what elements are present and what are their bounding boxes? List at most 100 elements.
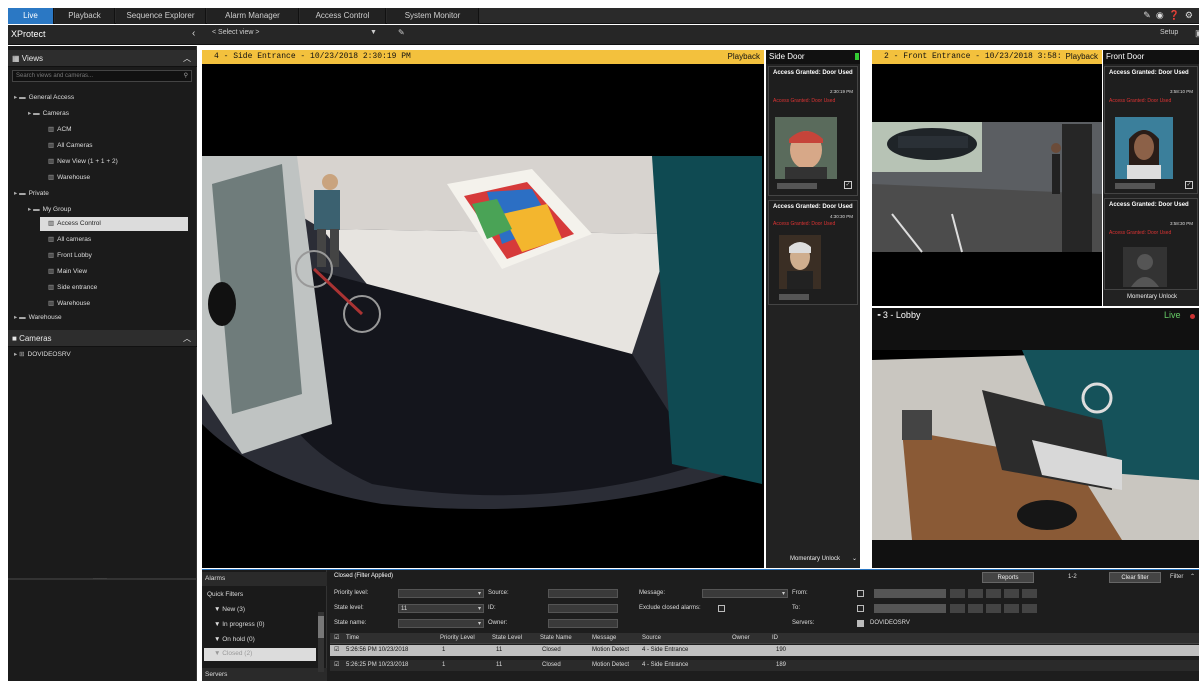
to-date-field[interactable] [874,604,946,613]
tree-view-side-entrance[interactable]: ▥ Side entrance [48,281,97,295]
select-all-checkbox[interactable]: ☑ [334,633,339,644]
access-event-card[interactable]: Access Granted: Door Used 4:30:30 PM Acc… [768,200,858,305]
access-event-card[interactable]: Access Granted: Door Used 3:58:30 PM Acc… [1104,198,1198,290]
wrench-icon[interactable]: ✎ [1143,10,1151,21]
column-owner[interactable]: Owner [732,633,750,644]
message-select[interactable]: ▾ [702,589,788,598]
acknowledge-icon[interactable]: ✓ [1185,181,1193,189]
tree-view-all-cameras-2[interactable]: ▥ All cameras [48,233,91,247]
exclude-closed-checkbox[interactable] [718,605,725,612]
column-priority[interactable]: Priority Level [440,633,475,644]
server-checkbox[interactable] [857,620,864,627]
app-title: XProtect [11,29,46,39]
setup-button[interactable]: Setup [1160,29,1178,36]
tab-access-control[interactable]: Access Control [300,8,386,24]
side-entrance-video[interactable] [202,64,764,568]
column-id[interactable]: ID [772,633,778,644]
state-name-select[interactable]: ▾ [398,619,484,628]
to-checkbox[interactable] [857,605,864,612]
tree-view-warehouse-2[interactable]: ▥ Warehouse [48,297,90,311]
help-icon[interactable]: ❓ [1169,10,1180,21]
gear-icon[interactable]: ⚙ [1185,10,1193,21]
acknowledge-icon[interactable]: ✓ [844,181,852,189]
filter-toggle[interactable]: Filter [1170,574,1183,580]
tree-view-access-control[interactable]: ▥ Access Control [40,217,188,231]
chevron-up-icon[interactable]: ︿ [183,50,191,67]
reports-button[interactable]: Reports [982,572,1034,583]
column-time[interactable]: Time [346,633,359,644]
tree-view-all-cameras[interactable]: ▥ All Cameras [48,139,93,153]
tab-alarm-manager[interactable]: Alarm Manager [207,8,299,24]
from-time-field[interactable] [986,589,1001,598]
front-entrance-video[interactable] [872,64,1102,306]
priority-level-label: Priority level: [334,590,369,596]
cameras-section-header[interactable]: ■ Cameras ︿ [8,330,197,347]
from-checkbox[interactable] [857,590,864,597]
momentary-unlock-button[interactable]: Momentary Unlock [790,556,840,562]
collapse-panel-icon[interactable]: ‹ [192,28,195,39]
to-time-field[interactable] [950,604,965,613]
tree-view-front-lobby[interactable]: ▥ Front Lobby [48,249,92,263]
chevron-down-icon[interactable]: ▼ [370,29,377,36]
tree-view-new-view[interactable]: ▥ New View (1 + 1 + 2) [48,155,118,169]
from-time-field[interactable] [1022,589,1037,598]
tab-system-monitor[interactable]: System Monitor [387,8,479,24]
tree-server[interactable]: ▸ ⊞ DOVIDEOSRV [14,348,71,362]
search-icon[interactable]: ⚲ [184,71,188,82]
filter-in-progress[interactable]: ▼ In progress (0) [214,621,265,628]
id-field[interactable] [548,604,618,613]
access-event-card[interactable]: Access Granted: Door Used 3:58:10 PM Acc… [1104,66,1198,194]
to-time-field[interactable] [968,604,983,613]
owner-field[interactable] [548,619,618,628]
search-input[interactable]: Search views and cameras... ⚲ [12,70,192,82]
tree-general-access[interactable]: ▸ ▬ General Access [14,91,74,105]
tree-view-acm[interactable]: ▥ ACM [48,123,72,137]
tree-view-warehouse[interactable]: ▥ Warehouse [48,171,90,185]
tab-live[interactable]: Live [8,8,54,24]
chevron-up-icon[interactable]: ⌃ [1190,573,1195,580]
server-icon: ▸ ⊞ [14,351,25,358]
row-checkbox[interactable]: ☑ [334,660,339,671]
to-time-field[interactable] [986,604,1001,613]
chevron-down-icon[interactable]: ⌄ [852,555,857,562]
source-field[interactable] [548,589,618,598]
to-time-field[interactable] [1022,604,1037,613]
filter-new[interactable]: ▼ New (3) [214,606,245,613]
edit-view-icon[interactable]: ✎ [398,28,405,37]
sidebar-splitter[interactable]: ······· [8,576,197,582]
from-time-field[interactable] [1004,589,1019,598]
column-state-level[interactable]: State Level [492,633,522,644]
momentary-unlock-button[interactable]: Momentary Unlock [1127,294,1177,300]
column-source[interactable]: Source [642,633,661,644]
column-message[interactable]: Message [592,633,616,644]
access-event-card[interactable]: Access Granted: Door Used 2:30:19 PM Acc… [768,66,858,196]
table-row[interactable]: ☑ 5:26:56 PM 10/23/2018 1 11 Closed Moti… [330,645,1199,656]
state-level-select[interactable]: 11 ▾ [398,604,484,613]
views-section-header[interactable]: ▦ Views ︿ [8,50,197,67]
from-time-field[interactable] [968,589,983,598]
table-row[interactable]: ☑ 5:26:25 PM 10/23/2018 1 11 Closed Moti… [330,660,1199,671]
tree-warehouse-folder[interactable]: ▸ ▬ Warehouse [14,311,62,325]
tree-cameras-folder[interactable]: ▸ ▬ Cameras [28,107,69,121]
tree-private[interactable]: ▸ ▬ Private [14,187,49,201]
row-checkbox[interactable]: ☑ [334,645,339,656]
from-time-field[interactable] [950,589,965,598]
eye-icon[interactable]: ◉ [1156,10,1164,21]
to-time-field[interactable] [1004,604,1019,613]
filter-closed[interactable]: ▼ Closed (2) [204,648,316,661]
clear-filter-button[interactable]: Clear filter [1109,572,1161,583]
tree-my-group[interactable]: ▸ ▬ My Group [28,203,71,217]
filter-on-hold[interactable]: ▼ On hold (0) [214,636,255,643]
filter-scrollbar[interactable] [318,612,324,672]
priority-level-select[interactable]: ▾ [398,589,484,598]
tab-sequence-explorer[interactable]: Sequence Explorer [116,8,206,24]
alarm-list-header: ☑ Time Priority Level State Level State … [330,633,1199,644]
from-date-field[interactable] [874,589,946,598]
tab-playback[interactable]: Playback [55,8,115,24]
window-icon[interactable]: ▣ [1195,28,1199,39]
chevron-up-icon[interactable]: ︿ [183,330,191,347]
select-view-dropdown[interactable]: < Select view > [212,29,259,36]
tree-view-main-view[interactable]: ▥ Main View [48,265,87,279]
lobby-video[interactable] [872,350,1199,540]
column-state-name[interactable]: State Name [540,633,572,644]
